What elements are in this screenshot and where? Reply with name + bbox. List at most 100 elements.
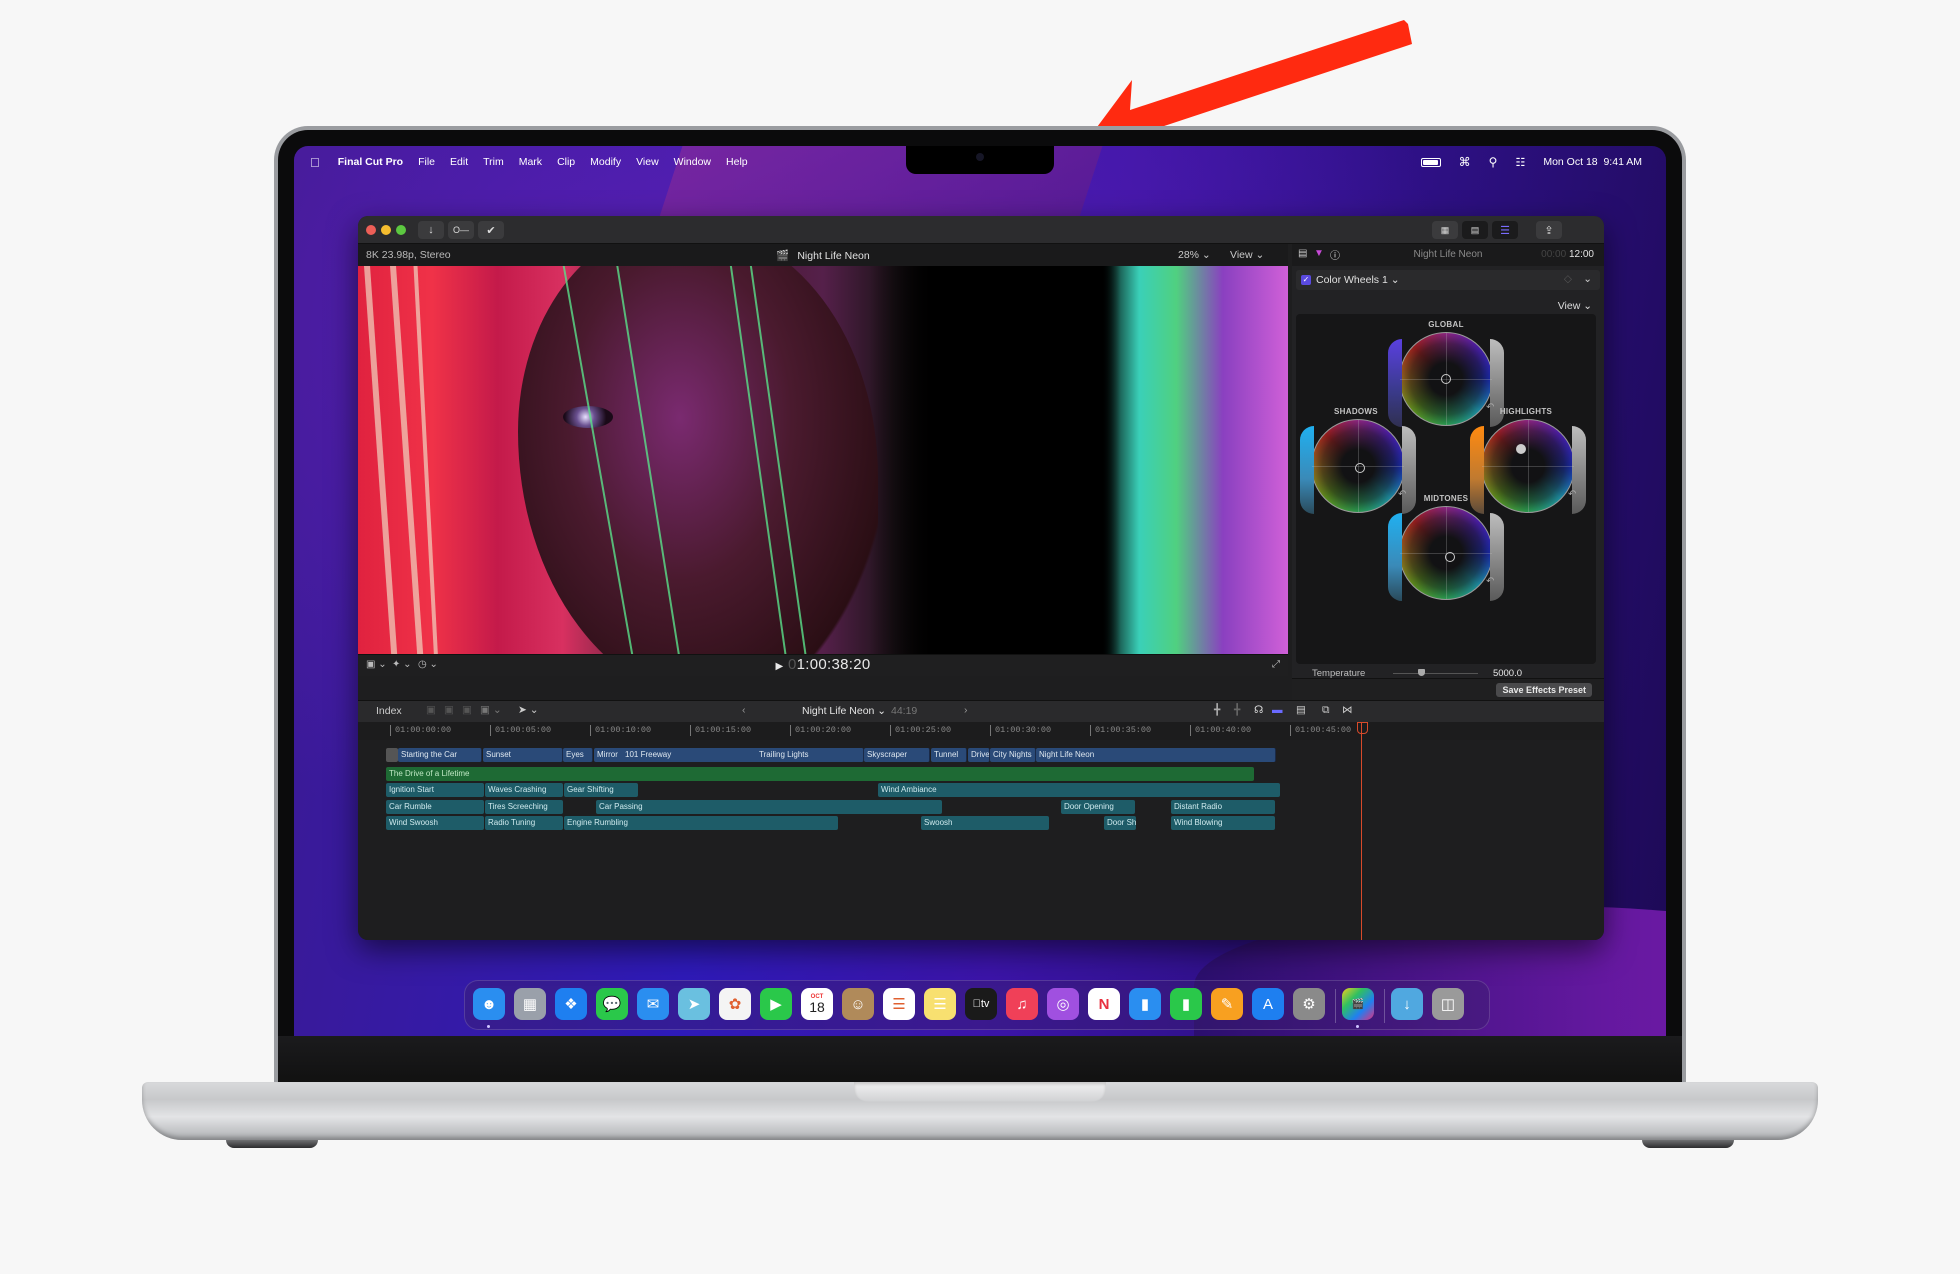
minimize-button[interactable] bbox=[381, 225, 391, 235]
menu-edit[interactable]: Edit bbox=[450, 156, 468, 168]
inspector-toggle-button[interactable]: ☰ bbox=[1492, 221, 1518, 239]
dock-facetime-icon[interactable]: ▶ bbox=[760, 988, 792, 1020]
import-button[interactable]: ↓ bbox=[418, 221, 444, 239]
video-clip[interactable]: Trailing Lights bbox=[756, 748, 864, 762]
dock-photos-icon[interactable]: ✿ bbox=[719, 988, 751, 1020]
color-puck[interactable] bbox=[1516, 444, 1526, 454]
playhead[interactable] bbox=[1357, 722, 1368, 940]
append-clip-icon[interactable]: ▣ bbox=[462, 704, 472, 716]
background-tasks-button[interactable]: ✔ bbox=[478, 221, 504, 239]
audio-clip[interactable]: Wind Blowing bbox=[1171, 816, 1275, 830]
reset-icon[interactable]: ↶ bbox=[1486, 576, 1494, 587]
keyframe-icon[interactable]: ◇ bbox=[1564, 273, 1572, 285]
snapping-icon[interactable]: ▬ bbox=[1272, 704, 1283, 716]
timeline-tracks[interactable]: Starting the Car Sunset Eyes Mirror 101 Free… bbox=[358, 740, 1604, 940]
dock-pages-icon[interactable]: ✎ bbox=[1211, 988, 1243, 1020]
audio-clip[interactable]: Car Rumble bbox=[386, 800, 484, 814]
dock-news-icon[interactable]: N bbox=[1088, 988, 1120, 1020]
audio-clip[interactable]: Radio Tuning bbox=[485, 816, 563, 830]
audio-skim-icon[interactable]: ╋ bbox=[1234, 704, 1240, 716]
audio-clip[interactable]: Gear Shifting bbox=[564, 783, 638, 797]
viewer-zoom-menu[interactable]: 28% ⌄ bbox=[1178, 249, 1211, 261]
menu-clip[interactable]: Clip bbox=[557, 156, 575, 168]
select-tool-icon[interactable]: ➤ ⌄ bbox=[518, 704, 539, 716]
overwrite-clip-icon[interactable]: ▣ ⌄ bbox=[480, 704, 502, 716]
save-effects-preset-button[interactable]: Save Effects Preset bbox=[1496, 683, 1592, 697]
dock-mail-icon[interactable]: ✉ bbox=[637, 988, 669, 1020]
menu-app-name[interactable]: Final Cut Pro bbox=[338, 156, 403, 168]
video-clip[interactable]: Eyes bbox=[563, 748, 593, 762]
timecode-display[interactable]: ▶ 01:00:38:20 bbox=[358, 656, 1288, 673]
zoom-button[interactable] bbox=[396, 225, 406, 235]
video-clip[interactable]: Tunnel bbox=[931, 748, 967, 762]
dock-numbers-icon[interactable]: ▮ bbox=[1170, 988, 1202, 1020]
search-icon[interactable]: ⚲ bbox=[1489, 155, 1498, 169]
brightness-slider[interactable] bbox=[1490, 513, 1504, 601]
dock-calendar-icon[interactable]: OCT 18 bbox=[801, 988, 833, 1020]
clip-appearance-icon[interactable]: ▤ bbox=[1296, 704, 1306, 716]
project-menu[interactable]: Night Life Neon ⌄ bbox=[802, 705, 886, 717]
slider-knob[interactable] bbox=[1418, 669, 1425, 676]
wifi-icon[interactable]: ⌘ bbox=[1459, 155, 1471, 169]
dock-reminders-icon[interactable]: ☰ bbox=[883, 988, 915, 1020]
dock-finder-icon[interactable]: ☻ bbox=[473, 988, 505, 1020]
dock-tv-icon[interactable]: tv bbox=[965, 988, 997, 1020]
dock-podcasts-icon[interactable]: ◎ bbox=[1047, 988, 1079, 1020]
audio-clip[interactable]: Door Shut bbox=[1104, 816, 1136, 830]
video-clip[interactable]: City Nights bbox=[990, 748, 1036, 762]
timeline-index-icon[interactable]: ⧉ bbox=[1322, 704, 1330, 717]
apple-icon[interactable]:  bbox=[310, 155, 320, 170]
audio-clip[interactable]: Wind Ambiance bbox=[878, 783, 1280, 797]
saturation-slider[interactable] bbox=[1300, 426, 1314, 514]
dock-system-preferences-icon[interactable]: ⚙ bbox=[1293, 988, 1325, 1020]
headphones-icon[interactable]: ☊ bbox=[1254, 704, 1263, 716]
video-clip[interactable]: Starting the Car bbox=[398, 748, 482, 762]
menu-view[interactable]: View bbox=[636, 156, 659, 168]
reset-icon[interactable]: ↶ bbox=[1568, 489, 1576, 500]
play-icon[interactable]: ▶ bbox=[775, 661, 783, 672]
timeline-ruler[interactable]: 01:00:00:00 01:00:05:00 01:00:10:00 01:00:1… bbox=[358, 722, 1604, 740]
dock-maps-icon[interactable]: ➤ bbox=[678, 988, 710, 1020]
effect-enable-checkbox[interactable]: ✓ bbox=[1301, 275, 1311, 285]
saturation-slider[interactable] bbox=[1388, 513, 1402, 601]
dock-downloads-icon[interactable]: ↓ bbox=[1391, 988, 1423, 1020]
effects-browser-icon[interactable]: ⋈ bbox=[1342, 704, 1353, 716]
menu-clock[interactable]: Mon Oct 18 9:41 AM bbox=[1543, 156, 1642, 168]
color-puck[interactable] bbox=[1445, 552, 1455, 562]
menu-help[interactable]: Help bbox=[726, 156, 748, 168]
wheels-view-menu[interactable]: View ⌄ bbox=[1558, 300, 1592, 312]
dock-messages-icon[interactable]: 💬 bbox=[596, 988, 628, 1020]
video-clip[interactable]: Night Life Neon bbox=[1036, 748, 1276, 762]
dock-safari-icon[interactable]: ❖ bbox=[555, 988, 587, 1020]
audio-clip[interactable]: Door Opening bbox=[1061, 800, 1135, 814]
control-center-icon[interactable]: ☷ bbox=[1515, 156, 1525, 169]
video-clip[interactable]: Skyscraper bbox=[864, 748, 930, 762]
temperature-slider[interactable] bbox=[1393, 673, 1478, 674]
menu-modify[interactable]: Modify bbox=[590, 156, 621, 168]
back-icon[interactable]: ‹ bbox=[742, 704, 746, 716]
close-button[interactable] bbox=[366, 225, 376, 235]
dock-trash-icon[interactable]: ◫ bbox=[1432, 988, 1464, 1020]
menu-mark[interactable]: Mark bbox=[519, 156, 542, 168]
dock-notes-icon[interactable]: ☰ bbox=[924, 988, 956, 1020]
dock-music-icon[interactable]: ♫ bbox=[1006, 988, 1038, 1020]
menu-file[interactable]: File bbox=[418, 156, 435, 168]
fullscreen-icon[interactable]: ⤢ bbox=[1272, 659, 1280, 670]
timeline-view-button[interactable]: ▤ bbox=[1462, 221, 1488, 239]
connect-clip-icon[interactable]: ▣ bbox=[426, 704, 436, 716]
color-wheel-midtones[interactable] bbox=[1388, 506, 1504, 601]
menu-trim[interactable]: Trim bbox=[483, 156, 504, 168]
viewer-view-menu[interactable]: View ⌄ bbox=[1230, 249, 1264, 261]
video-viewer[interactable] bbox=[358, 266, 1288, 654]
dock-contacts-icon[interactable]: ☺ bbox=[842, 988, 874, 1020]
effect-name-menu[interactable]: Color Wheels 1 ⌄ bbox=[1316, 274, 1400, 286]
audio-clip[interactable]: Wind Swoosh bbox=[386, 816, 484, 830]
keyword-button[interactable]: O— bbox=[448, 221, 474, 239]
audio-clip[interactable]: Engine Rumbling bbox=[564, 816, 838, 830]
audio-clip[interactable]: Swoosh bbox=[921, 816, 1049, 830]
audio-clip[interactable]: Car Passing bbox=[596, 800, 942, 814]
video-clip[interactable]: 101 Freeway bbox=[622, 748, 760, 762]
chevron-down-icon[interactable]: ⌄ bbox=[1583, 273, 1592, 285]
audio-clip[interactable]: Ignition Start bbox=[386, 783, 484, 797]
browser-view-button[interactable]: ▦ bbox=[1432, 221, 1458, 239]
